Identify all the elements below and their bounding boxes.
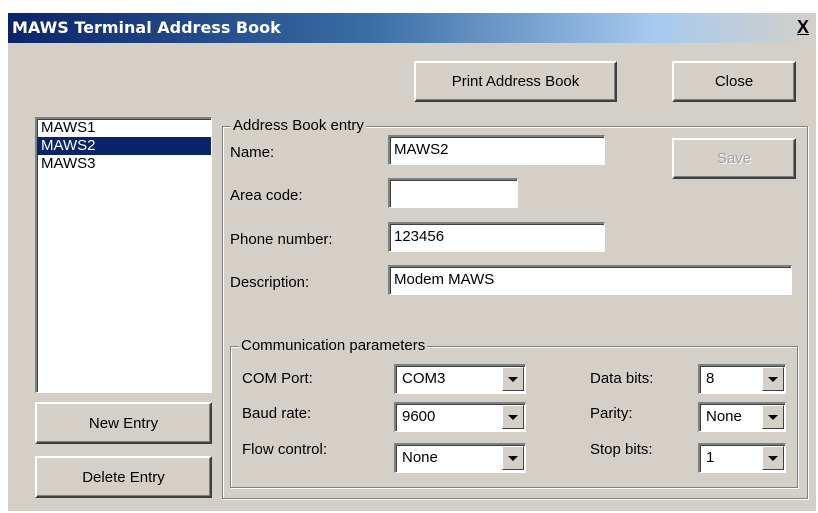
close-window-icon[interactable]: X bbox=[794, 16, 812, 38]
dropdown-arrow-icon[interactable] bbox=[762, 446, 784, 470]
print-address-book-button[interactable]: Print Address Book bbox=[414, 61, 617, 102]
data-bits-value: 8 bbox=[706, 370, 715, 387]
save-button[interactable]: Save bbox=[672, 138, 796, 179]
close-button[interactable]: Close bbox=[672, 61, 796, 102]
list-item[interactable]: MAWS3 bbox=[37, 155, 211, 173]
flow-control-select[interactable]: None bbox=[394, 443, 526, 473]
com-port-value: COM3 bbox=[402, 370, 446, 387]
data-bits-label: Data bits: bbox=[590, 370, 654, 387]
title-bar: MAWS Terminal Address Book X bbox=[8, 13, 816, 43]
phone-number-label: Phone number: bbox=[230, 231, 333, 248]
name-input[interactable]: MAWS2 bbox=[388, 135, 605, 165]
flow-control-label: Flow control: bbox=[242, 441, 328, 458]
baud-rate-select[interactable]: 9600 bbox=[394, 402, 526, 432]
parity-label: Parity: bbox=[590, 405, 633, 422]
list-item-selected[interactable]: MAWS2 bbox=[37, 137, 211, 155]
description-input[interactable]: Modem MAWS bbox=[388, 265, 792, 295]
com-port-label: COM Port: bbox=[242, 370, 313, 387]
dropdown-arrow-icon[interactable] bbox=[502, 446, 524, 470]
address-book-entry-legend: Address Book entry bbox=[231, 117, 366, 134]
new-entry-button[interactable]: New Entry bbox=[35, 402, 212, 444]
dropdown-arrow-icon[interactable] bbox=[502, 405, 524, 429]
communication-parameters-legend: Communication parameters bbox=[239, 337, 428, 354]
dropdown-arrow-icon[interactable] bbox=[502, 367, 524, 391]
com-port-select[interactable]: COM3 bbox=[394, 364, 526, 394]
area-code-label: Area code: bbox=[230, 187, 303, 204]
baud-rate-value: 9600 bbox=[402, 408, 436, 425]
baud-rate-label: Baud rate: bbox=[242, 405, 312, 422]
name-label: Name: bbox=[230, 144, 275, 161]
stop-bits-value: 1 bbox=[706, 449, 715, 466]
parity-value: None bbox=[706, 408, 742, 425]
window-title: MAWS Terminal Address Book bbox=[12, 18, 281, 37]
parity-select[interactable]: None bbox=[698, 402, 786, 432]
list-item[interactable]: MAWS1 bbox=[37, 119, 211, 137]
description-label: Description: bbox=[230, 274, 310, 291]
delete-entry-button[interactable]: Delete Entry bbox=[35, 456, 212, 498]
dropdown-arrow-icon[interactable] bbox=[762, 367, 784, 391]
address-book-window: MAWS Terminal Address Book X Print Addre… bbox=[8, 13, 816, 511]
data-bits-select[interactable]: 8 bbox=[698, 364, 786, 394]
dropdown-arrow-icon[interactable] bbox=[762, 405, 784, 429]
stop-bits-select[interactable]: 1 bbox=[698, 443, 786, 473]
area-code-input[interactable] bbox=[388, 178, 518, 208]
stop-bits-label: Stop bits: bbox=[590, 441, 653, 458]
entries-listbox[interactable]: MAWS1 MAWS2 MAWS3 bbox=[35, 117, 212, 393]
phone-number-input[interactable]: 123456 bbox=[388, 222, 605, 252]
flow-control-value: None bbox=[402, 449, 438, 466]
